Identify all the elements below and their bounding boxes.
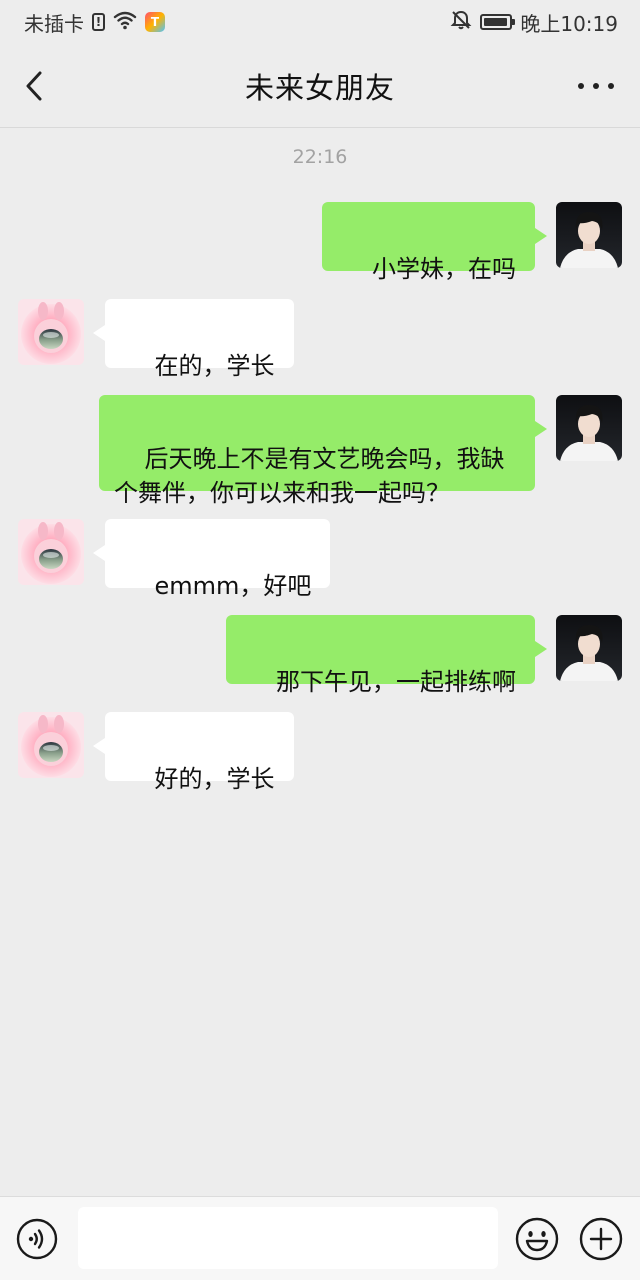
message-bubble-received[interactable]: 在的，学长 <box>93 299 294 380</box>
message-text: 在的，学长 <box>154 352 275 380</box>
mute-bell-icon <box>450 9 472 36</box>
battery-icon <box>480 14 516 30</box>
emoji-button[interactable] <box>515 1217 559 1261</box>
input-bar <box>0 1196 640 1280</box>
my-avatar[interactable] <box>556 202 622 268</box>
more-dot <box>608 83 614 89</box>
status-bar: 未插卡 ! T 晚上10:19 <box>0 0 640 44</box>
contact-avatar[interactable] <box>18 299 84 365</box>
message-row-received: 好的，学长 <box>18 712 294 793</box>
battery-fill <box>484 18 508 26</box>
message-text: 好的，学长 <box>154 765 275 793</box>
contact-avatar[interactable] <box>18 519 84 585</box>
contact-avatar[interactable] <box>18 712 84 778</box>
wifi-icon <box>113 10 137 35</box>
message-row-sent: 后天晚上不是有文艺晚会吗，我缺 个舞伴，你可以来和我一起吗？ <box>99 395 622 507</box>
message-text: 小学妹，在吗 <box>372 255 516 283</box>
message-row-sent: 那下午见，一起排练啊 <box>226 615 622 696</box>
back-button[interactable] <box>18 66 50 106</box>
message-bubble-sent[interactable]: 小学妹，在吗 <box>322 202 547 283</box>
emoji-icon <box>515 1217 559 1261</box>
message-text: 后天晚上不是有文艺晚会吗，我缺 个舞伴，你可以来和我一起吗？ <box>114 445 505 507</box>
message-bubble-sent[interactable]: 后天晚上不是有文艺晚会吗，我缺 个舞伴，你可以来和我一起吗？ <box>99 395 547 507</box>
message-bubble-sent[interactable]: 那下午见，一起排练啊 <box>226 615 547 696</box>
chat-header: 未来女朋友 <box>0 44 640 128</box>
app-badge-icon: T <box>145 12 165 32</box>
chevron-left-icon <box>26 71 42 101</box>
sim-alert-icon: ! <box>92 13 105 31</box>
message-text: emmm，好吧 <box>154 572 312 600</box>
clock-text: 晚上10:19 <box>520 11 618 36</box>
message-text: 那下午见，一起排练啊 <box>276 668 516 696</box>
message-bubble-received[interactable]: 好的，学长 <box>93 712 294 793</box>
message-bubble-received[interactable]: emmm，好吧 <box>92 519 331 600</box>
status-right: 晚上10:19 <box>450 8 618 37</box>
message-row-received: 在的，学长 <box>18 299 294 380</box>
chat-title: 未来女朋友 <box>244 70 395 105</box>
more-button[interactable] <box>578 74 614 98</box>
message-row-received: emmm，好吧 <box>18 519 331 600</box>
voice-button[interactable] <box>16 1218 58 1260</box>
my-avatar[interactable] <box>556 615 622 681</box>
message-row-sent: 小学妹，在吗 <box>322 202 622 283</box>
status-left: 未插卡 ! T <box>24 8 165 37</box>
more-dot <box>578 83 584 89</box>
more-functions-button[interactable] <box>579 1217 623 1261</box>
more-dot <box>593 83 599 89</box>
message-input[interactable] <box>78 1207 498 1269</box>
carrier-text: 未插卡 <box>24 11 84 36</box>
plus-icon <box>579 1217 623 1261</box>
chat-timestamp: 22:16 <box>292 146 348 168</box>
voice-icon <box>16 1218 58 1260</box>
my-avatar[interactable] <box>556 395 622 461</box>
